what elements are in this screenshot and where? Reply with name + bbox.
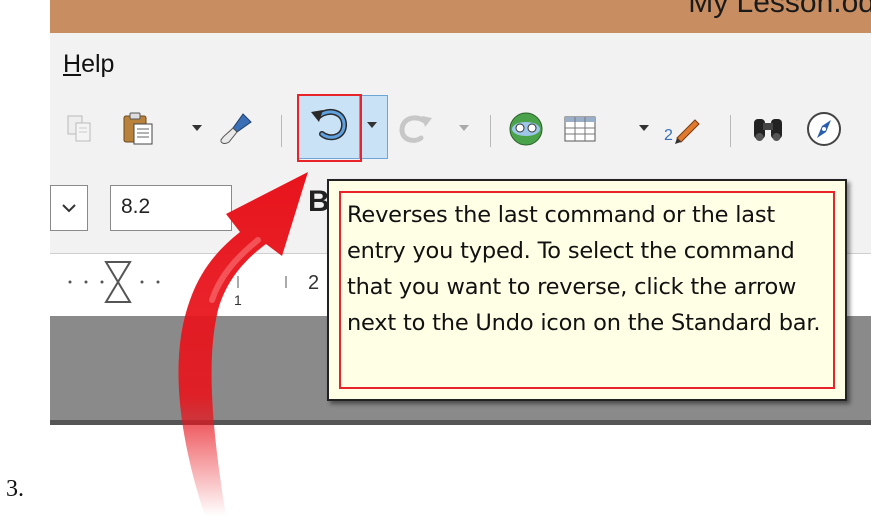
table-dropdown-icon[interactable] [639, 125, 649, 131]
copy-icon[interactable] [60, 107, 100, 151]
ruler-marker-label: 2 [308, 272, 320, 294]
menu-help-mnemonic: H [63, 50, 82, 78]
draw-functions-icon[interactable]: 2 [662, 107, 702, 151]
font-name-dropdown[interactable] [50, 185, 88, 231]
navigator-icon[interactable] [804, 107, 844, 151]
toolbar-separator [490, 115, 491, 147]
clone-formatting-icon[interactable] [216, 107, 256, 151]
undo-tooltip: Reverses the last command or the last en… [327, 179, 847, 401]
standard-toolbar: 2 [50, 93, 871, 171]
menu-help[interactable]: Help [63, 50, 114, 79]
tooltip-text: Reverses the last command or the last en… [347, 202, 821, 336]
frame-bottom-border [50, 420, 871, 425]
font-size-value: 8.2 [121, 195, 151, 218]
toolbar-separator [281, 115, 282, 147]
redo-dropdown-icon[interactable] [459, 125, 469, 131]
undo-icon[interactable] [307, 106, 351, 146]
menu-bar: Help [50, 33, 871, 93]
ruler-marks [68, 261, 287, 303]
toolbar-separator [730, 115, 731, 147]
window-titlebar: My Lesson.od [50, 0, 871, 33]
font-size-field[interactable]: 8.2 [110, 185, 232, 231]
tooltip-red-highlight: Reverses the last command or the last en… [339, 191, 835, 389]
undo-dropdown-icon[interactable] [367, 122, 377, 128]
table-icon[interactable] [560, 107, 600, 151]
step-number: 3. [6, 476, 24, 502]
menu-help-label: elp [81, 50, 115, 78]
find-replace-icon[interactable] [748, 107, 788, 151]
paste-icon[interactable] [118, 107, 158, 151]
window-title: My Lesson.od [688, 0, 871, 19]
chevron-down-icon [62, 204, 76, 213]
paste-dropdown-icon[interactable] [192, 125, 202, 131]
navigator-globe-icon[interactable] [506, 107, 546, 151]
redo-icon[interactable] [396, 107, 436, 151]
svg-text:2: 2 [664, 127, 673, 144]
undo-split-button[interactable] [297, 94, 388, 162]
ruler-mark-one: 1 [234, 292, 242, 308]
